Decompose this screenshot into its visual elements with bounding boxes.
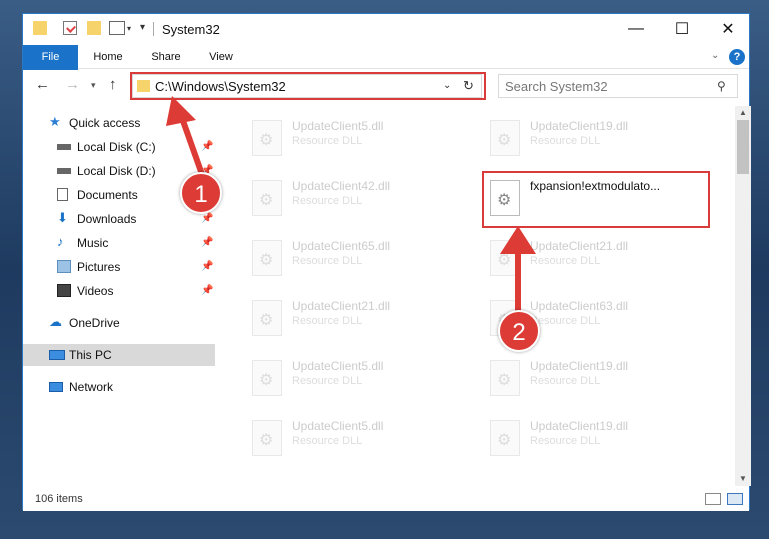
arrow-to-address-bar	[166, 96, 207, 183]
arrow-to-file	[500, 226, 536, 313]
step-1-badge: 1	[180, 172, 222, 214]
annotation-arrows	[166, 96, 536, 313]
step-2-badge: 2	[498, 310, 540, 352]
